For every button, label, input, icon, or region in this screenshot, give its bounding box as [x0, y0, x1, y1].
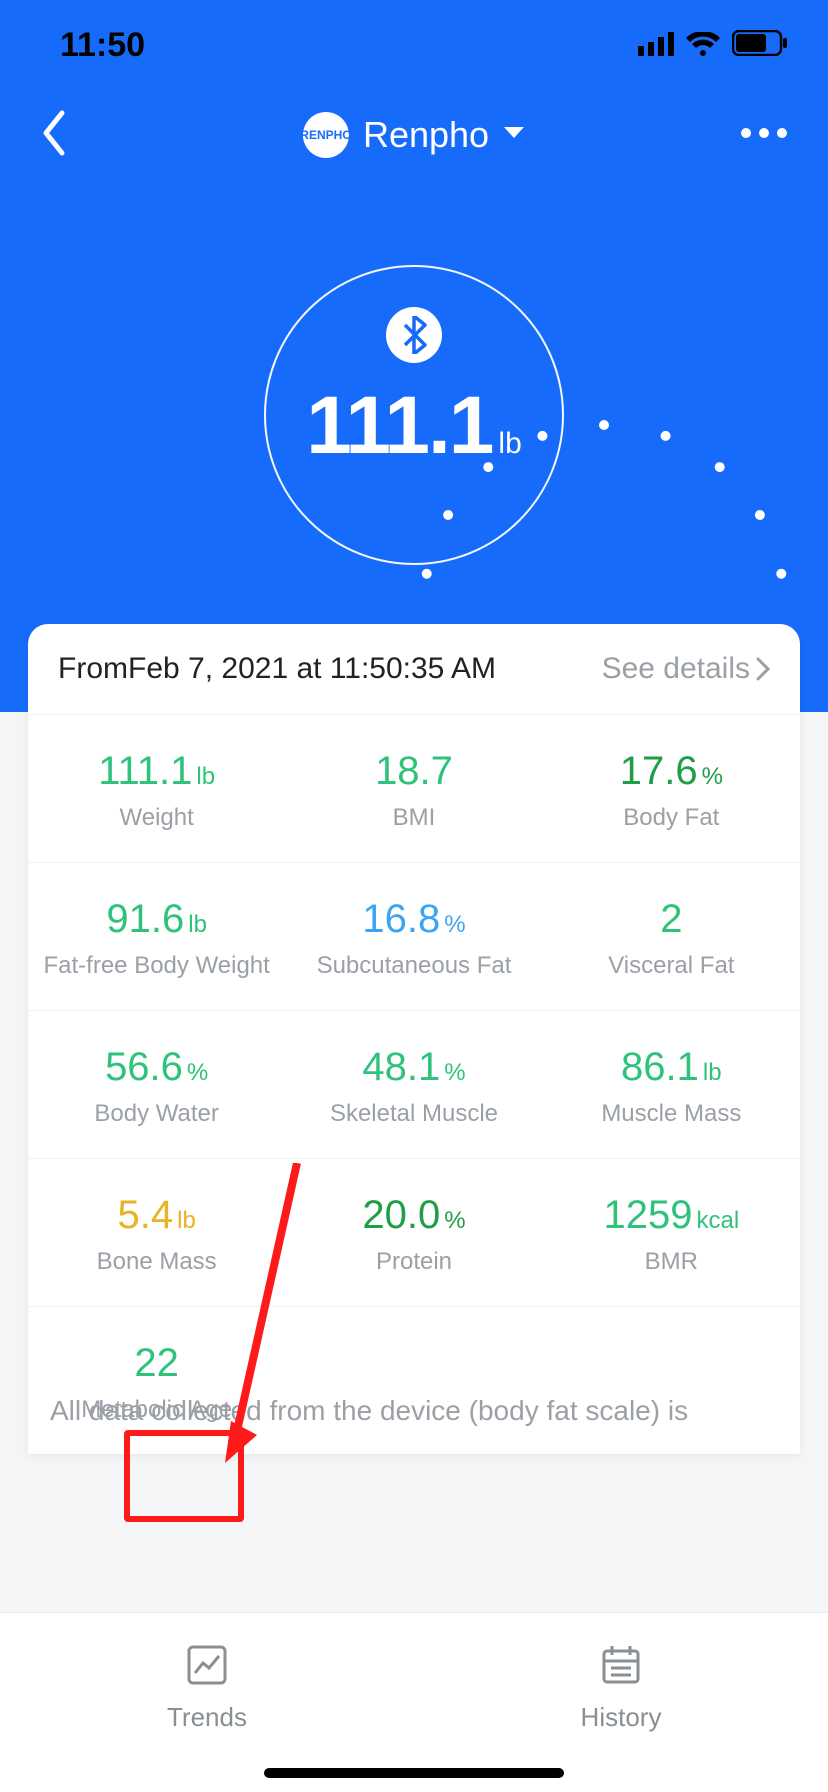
tab-history[interactable]: History [414, 1613, 828, 1792]
metric-unit: % [444, 1059, 465, 1087]
metric-cell[interactable]: 48.1% Skeletal Muscle [285, 1011, 542, 1159]
bluetooth-icon [386, 307, 442, 363]
metric-label: BMI [295, 804, 532, 832]
card-header[interactable]: FromFeb 7, 2021 at 11:50:35 AM See detai… [28, 624, 800, 715]
metric-unit: % [187, 1059, 208, 1087]
metric-value: 91.6 [106, 897, 184, 942]
hero-panel: 11:50 RENPHO Renpho [0, 0, 828, 712]
metric-label: BMR [553, 1248, 790, 1276]
weight-dial: 111.1 lb [224, 225, 604, 605]
weight-unit: lb [498, 427, 521, 461]
metric-unit: lb [188, 911, 207, 939]
metric-label: Weight [38, 804, 275, 832]
metric-label: Fat-free Body Weight [38, 952, 275, 980]
dial-tick [422, 569, 432, 579]
metric-label: Bone Mass [38, 1248, 275, 1276]
metric-grid: 111.1lbWeight18.7BMI17.6%Body Fat91.6lbF… [28, 715, 800, 1454]
status-bar: 11:50 [0, 0, 828, 70]
status-time: 11:50 [60, 26, 145, 65]
dial-tick [537, 431, 547, 441]
profile-selector[interactable]: RENPHO Renpho [303, 112, 525, 158]
wifi-icon [686, 26, 720, 65]
trends-icon [185, 1643, 229, 1692]
metric-cell[interactable]: 111.1lb Weight [28, 715, 285, 863]
metric-unit: % [702, 763, 723, 791]
back-button[interactable] [40, 109, 68, 162]
metric-label: Body Fat [553, 804, 790, 832]
caret-down-icon [503, 126, 525, 145]
metric-value: 17.6 [620, 749, 698, 794]
weight-value: 111.1 [306, 379, 492, 473]
metric-value: 56.6 [105, 1045, 183, 1090]
tab-trends[interactable]: Trends [0, 1613, 414, 1792]
metric-unit: lb [196, 763, 215, 791]
metric-cell[interactable]: 16.8% Subcutaneous Fat [285, 863, 542, 1011]
metric-value: 18.7 [375, 749, 453, 794]
metric-cell[interactable]: 22Metabolic Age [28, 1307, 285, 1454]
metric-unit: lb [703, 1059, 722, 1087]
dial-tick [599, 420, 609, 430]
brand-logo: RENPHO [303, 112, 349, 158]
metric-cell[interactable]: 18.7 BMI [285, 715, 542, 863]
data-source-footnote: All data collected from the device (body… [50, 1395, 778, 1427]
tab-trends-label: Trends [167, 1702, 247, 1733]
metric-value: 111.1 [98, 749, 192, 794]
metric-label: Visceral Fat [553, 952, 790, 980]
status-right [638, 26, 788, 65]
metric-value: 16.8 [362, 897, 440, 942]
metric-label: Muscle Mass [553, 1100, 790, 1128]
calendar-icon [599, 1643, 643, 1692]
more-button[interactable] [740, 126, 788, 144]
metric-cell[interactable]: 1259kcal BMR [543, 1159, 800, 1307]
metric-unit: lb [177, 1207, 196, 1235]
metric-unit: kcal [696, 1207, 739, 1235]
metric-value: 20.0 [362, 1193, 440, 1238]
cellular-icon [638, 26, 674, 65]
metric-cell[interactable]: 2 Visceral Fat [543, 863, 800, 1011]
dial-tick [443, 510, 453, 520]
metric-value: 48.1 [362, 1045, 440, 1090]
metric-cell[interactable]: 5.4lb Bone Mass [28, 1159, 285, 1307]
profile-name: Renpho [363, 114, 489, 156]
metric-cell[interactable]: 56.6% Body Water [28, 1011, 285, 1159]
metric-value: 22 [134, 1341, 179, 1386]
dial-tick [755, 510, 765, 520]
tab-history-label: History [581, 1702, 662, 1733]
home-indicator[interactable] [264, 1768, 564, 1778]
metric-cell[interactable]: 20.0% Protein [285, 1159, 542, 1307]
dial-tick [776, 569, 786, 579]
metric-value: 1259 [603, 1193, 692, 1238]
weight-readout: 111.1 lb [306, 379, 522, 473]
dial-tick [715, 462, 725, 472]
measurement-timestamp: FromFeb 7, 2021 at 11:50:35 AM [58, 652, 496, 686]
metric-label: Skeletal Muscle [295, 1100, 532, 1128]
metric-cell[interactable]: 17.6% Body Fat [543, 715, 800, 863]
see-details-link[interactable]: See details [602, 652, 770, 686]
battery-icon [732, 26, 788, 65]
metric-label: Subcutaneous Fat [295, 952, 532, 980]
metric-cell[interactable]: 91.6lb Fat-free Body Weight [28, 863, 285, 1011]
metric-value: 86.1 [621, 1045, 699, 1090]
metric-value: 2 [660, 897, 682, 942]
metric-unit: % [444, 1207, 465, 1235]
dial-tick [661, 431, 671, 441]
metric-label: Protein [295, 1248, 532, 1276]
metric-cell[interactable]: 86.1lb Muscle Mass [543, 1011, 800, 1159]
metric-value: 5.4 [118, 1193, 174, 1238]
metric-label: Body Water [38, 1100, 275, 1128]
metric-unit: % [444, 911, 465, 939]
details-card: FromFeb 7, 2021 at 11:50:35 AM See detai… [28, 624, 800, 1454]
nav-bar: RENPHO Renpho [0, 70, 828, 170]
tab-bar: Trends History [0, 1612, 828, 1792]
